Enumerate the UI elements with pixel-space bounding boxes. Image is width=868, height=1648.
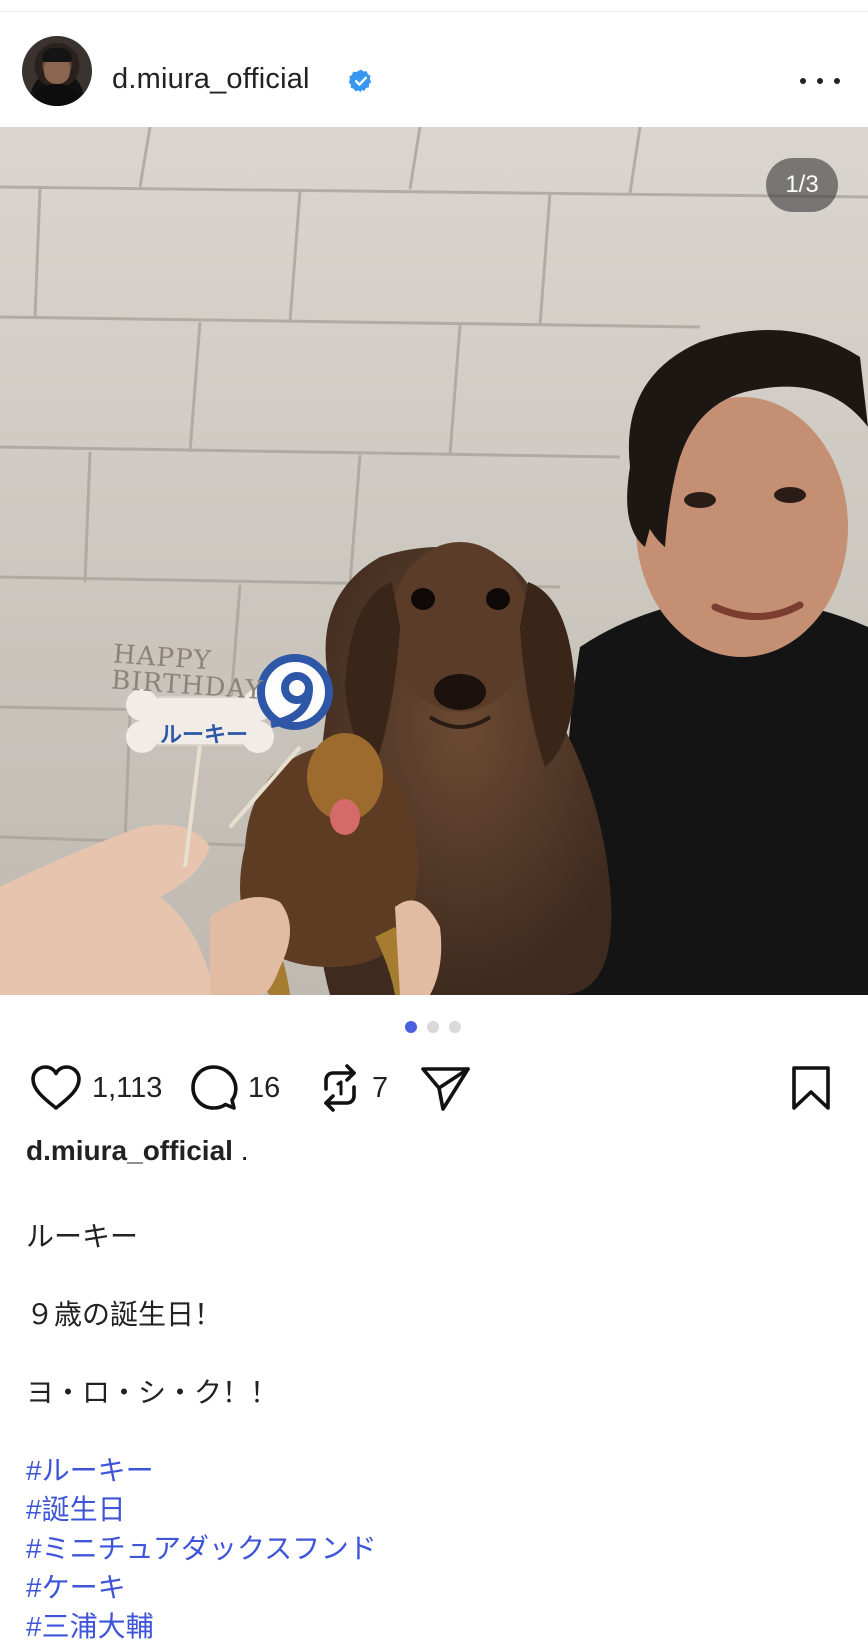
- caption-line-2: ９歳の誕生日！: [26, 1299, 223, 1330]
- top-divider: [0, 0, 868, 12]
- comment-count: 16: [248, 1071, 281, 1104]
- caption-header: d.miura_official .: [26, 1135, 249, 1167]
- hashtag-link[interactable]: #三浦大輔: [26, 1605, 154, 1645]
- carousel-indicator[interactable]: [405, 1021, 461, 1033]
- repost-button[interactable]: 7: [318, 1058, 388, 1118]
- caption-suffix: .: [232, 1135, 249, 1166]
- bone-topper-label: ルーキー: [160, 722, 249, 747]
- post-header: d.miura_official: [0, 12, 868, 127]
- avatar[interactable]: [22, 36, 92, 106]
- carousel-dot-1[interactable]: [405, 1021, 417, 1033]
- post-image[interactable]: HAPPY BIRTHDAY ルーキー: [0, 127, 868, 995]
- slide-counter: 1/3: [766, 158, 838, 212]
- caption-line-1: ルーキー: [26, 1221, 139, 1252]
- share-button[interactable]: [420, 1058, 472, 1118]
- save-button[interactable]: [790, 1058, 832, 1118]
- hashtag-link[interactable]: #誕生日: [26, 1488, 126, 1528]
- birthday-topper: HAPPY BIRTHDAY: [110, 639, 265, 706]
- hashtag-link[interactable]: #ルーキー: [26, 1449, 154, 1489]
- like-button[interactable]: 1,113: [30, 1058, 162, 1118]
- comment-bubble-icon[interactable]: [190, 1064, 238, 1112]
- repost-count: 7: [372, 1071, 389, 1104]
- verified-badge-icon: [348, 69, 372, 93]
- bookmark-icon[interactable]: [790, 1064, 832, 1112]
- more-horizontal-icon[interactable]: [800, 74, 840, 88]
- repost-icon[interactable]: [318, 1063, 362, 1113]
- action-bar: 1,113 16 7: [0, 1058, 868, 1118]
- caption-username[interactable]: d.miura_official: [26, 1135, 233, 1166]
- post-photo-illustration: [0, 127, 868, 995]
- like-count: 1,113: [92, 1071, 163, 1104]
- post-username[interactable]: d.miura_official: [112, 63, 310, 96]
- carousel-dot-2[interactable]: [427, 1021, 439, 1033]
- caption-line-3: ヨ・ロ・シ・ク！！: [26, 1377, 279, 1408]
- hashtag-link[interactable]: #ケーキ: [26, 1566, 126, 1606]
- comment-button[interactable]: 16: [190, 1058, 280, 1118]
- hashtag-link[interactable]: #ミニチュアダックスフンド: [26, 1527, 377, 1567]
- carousel-dot-3[interactable]: [449, 1021, 461, 1033]
- heart-icon[interactable]: [30, 1065, 82, 1111]
- send-icon[interactable]: [420, 1064, 472, 1112]
